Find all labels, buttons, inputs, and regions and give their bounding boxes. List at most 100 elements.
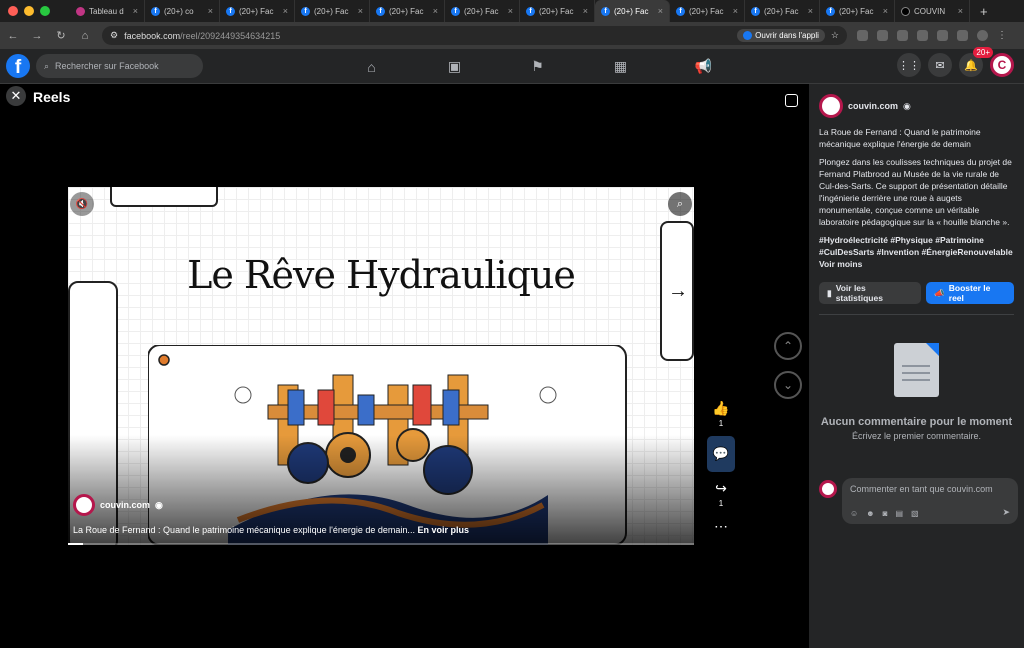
commenter-avatar[interactable]: [819, 480, 837, 498]
gif-icon[interactable]: ▤: [895, 509, 903, 518]
emoji-icon[interactable]: ☻: [866, 509, 874, 518]
next-reel-button[interactable]: ⌄: [774, 371, 802, 399]
browser-tab[interactable]: f (20+) Fac ×: [820, 0, 895, 22]
close-icon[interactable]: ✕: [6, 86, 26, 106]
forward-icon[interactable]: →: [30, 30, 44, 42]
avatar-sticker-icon[interactable]: ☺: [850, 509, 858, 518]
panel-toggle-icon[interactable]: [785, 94, 798, 107]
comment-placeholder: Commenter en tant que couvin.com: [850, 484, 993, 494]
facebook-icon: f: [451, 6, 460, 16]
zoom-icon[interactable]: ⌕: [668, 192, 692, 216]
reel-video[interactable]: Le Rêve Hydraulique 🔇 ⌕ → couvin.com ◉ L…: [68, 187, 694, 545]
home-nav-icon[interactable]: ⌂: [330, 49, 413, 84]
reels-title: Reels: [33, 89, 71, 105]
reload-icon[interactable]: ↻: [54, 29, 68, 42]
hashtag-list[interactable]: #Hydroélectricité #Physique #Patrimoine …: [819, 235, 1013, 257]
close-tab-icon[interactable]: ×: [433, 6, 438, 16]
menu-dots-icon[interactable]: ⋮: [997, 30, 1008, 41]
video-author[interactable]: couvin.com ◉: [73, 494, 163, 516]
browser-tab[interactable]: f (20+) Fac ×: [220, 0, 295, 22]
home-icon[interactable]: ⌂: [78, 30, 92, 42]
url-host: facebook.com: [124, 30, 181, 41]
tab-label: (20+) Fac: [689, 6, 724, 16]
close-window-button[interactable]: [8, 6, 18, 16]
browser-tab[interactable]: f (20+) co ×: [145, 0, 220, 22]
close-tab-icon[interactable]: ×: [658, 6, 663, 16]
video-progress-bar[interactable]: [68, 543, 694, 545]
profile-avatar[interactable]: [977, 30, 988, 41]
see-more-link[interactable]: En voir plus: [417, 525, 469, 535]
ads-megaphone-icon[interactable]: 📢: [662, 49, 745, 84]
close-tab-icon[interactable]: ×: [808, 6, 813, 16]
browser-tab[interactable]: Tableau d ×: [70, 0, 145, 22]
stats-icon: ▮: [827, 287, 832, 298]
close-tab-icon[interactable]: ×: [883, 6, 888, 16]
more-options-icon[interactable]: ⋯: [714, 518, 728, 535]
panel-author-avatar[interactable]: [819, 94, 843, 118]
notifications-badge: 20+: [973, 47, 993, 58]
megaphone-icon: 📣: [934, 287, 945, 298]
new-tab-button[interactable]: +: [970, 4, 988, 19]
reel-details-panel: couvin.com ◉ La Roue de Fernand : Quand …: [809, 84, 1024, 648]
account-avatar[interactable]: C: [990, 53, 1014, 77]
decorative-frame: [110, 187, 218, 207]
mute-icon[interactable]: 🔇: [70, 192, 94, 216]
menu-grid-icon[interactable]: ⋮⋮: [897, 53, 921, 77]
camera-icon[interactable]: ◙: [883, 509, 888, 518]
previous-reel-button[interactable]: ⌃: [774, 332, 802, 360]
facebook-icon: f: [751, 6, 760, 16]
zoom-window-button[interactable]: [40, 6, 50, 16]
share-icon[interactable]: ↪: [715, 480, 727, 497]
see-less-link[interactable]: Voir moins: [819, 259, 862, 269]
extension-icon[interactable]: [877, 30, 888, 41]
browser-tab[interactable]: f (20+) Fac ×: [295, 0, 370, 22]
author-avatar[interactable]: [73, 494, 95, 516]
address-bar[interactable]: ⚙ facebook.com/reel/2092449354634215 Ouv…: [102, 26, 847, 45]
sticker-icon[interactable]: ▧: [911, 509, 919, 518]
facebook-logo[interactable]: f: [6, 54, 30, 78]
close-tab-icon[interactable]: ×: [358, 6, 363, 16]
close-tab-icon[interactable]: ×: [958, 6, 963, 16]
close-tab-icon[interactable]: ×: [208, 6, 213, 16]
close-tab-icon[interactable]: ×: [133, 6, 138, 16]
browser-tab[interactable]: f (20+) Fac ×: [745, 0, 820, 22]
extension-icon[interactable]: [857, 30, 868, 41]
puzzle-icon[interactable]: [937, 30, 948, 41]
boost-reel-button[interactable]: 📣 Booster le reel: [926, 282, 1014, 304]
close-tab-icon[interactable]: ×: [283, 6, 288, 16]
comment-icon[interactable]: 💬: [707, 436, 735, 472]
notifications-bell-icon[interactable]: 🔔 20+: [959, 47, 993, 77]
messenger-icon[interactable]: ✉: [928, 53, 952, 77]
send-icon[interactable]: ➤: [1002, 507, 1010, 518]
download-icon[interactable]: [957, 30, 968, 41]
browser-tab[interactable]: f (20+) Fac ×: [670, 0, 745, 22]
browser-tab[interactable]: COUVIN ×: [895, 0, 970, 22]
close-tab-icon[interactable]: ×: [733, 6, 738, 16]
search-input[interactable]: ⌕ Rechercher sur Facebook: [36, 54, 203, 78]
extension-icon[interactable]: [897, 30, 908, 41]
author-name[interactable]: couvin.com: [100, 500, 150, 510]
globe-icon: ◉: [903, 100, 911, 111]
reels-viewer: ✕ Reels Le Rêve Hydraulique 🔇 ⌕ → couvin…: [0, 84, 809, 648]
close-tab-icon[interactable]: ×: [583, 6, 588, 16]
video-nav-icon[interactable]: ▣: [413, 49, 496, 84]
extension-icon[interactable]: [917, 30, 928, 41]
browser-tab[interactable]: f (20+) Fac ×: [520, 0, 595, 22]
site-info-icon[interactable]: ⚙: [110, 30, 118, 41]
panel-author[interactable]: couvin.com ◉: [819, 94, 1014, 118]
minimize-window-button[interactable]: [24, 6, 34, 16]
panel-author-name[interactable]: couvin.com: [848, 101, 898, 111]
like-icon[interactable]: 👍: [712, 400, 729, 417]
browser-tab[interactable]: f (20+) Fac ×: [445, 0, 520, 22]
bookmark-star-icon[interactable]: ☆: [831, 30, 839, 41]
pages-flag-icon[interactable]: ⚑: [496, 49, 579, 84]
comment-tools: ☺ ☻ ◙ ▤ ▧: [850, 509, 919, 518]
stats-nav-icon[interactable]: ▦: [579, 49, 662, 84]
comment-input[interactable]: Commenter en tant que couvin.com ☺ ☻ ◙ ▤…: [842, 478, 1018, 524]
browser-tab[interactable]: f (20+) Fac ×: [370, 0, 445, 22]
close-tab-icon[interactable]: ×: [508, 6, 513, 16]
browser-tab[interactable]: f (20+) Fac ×: [595, 0, 670, 22]
view-stats-button[interactable]: ▮ Voir les statistiques: [819, 282, 922, 304]
open-in-app-button[interactable]: Ouvrir dans l'appli: [737, 29, 825, 42]
back-icon[interactable]: ←: [6, 30, 20, 42]
